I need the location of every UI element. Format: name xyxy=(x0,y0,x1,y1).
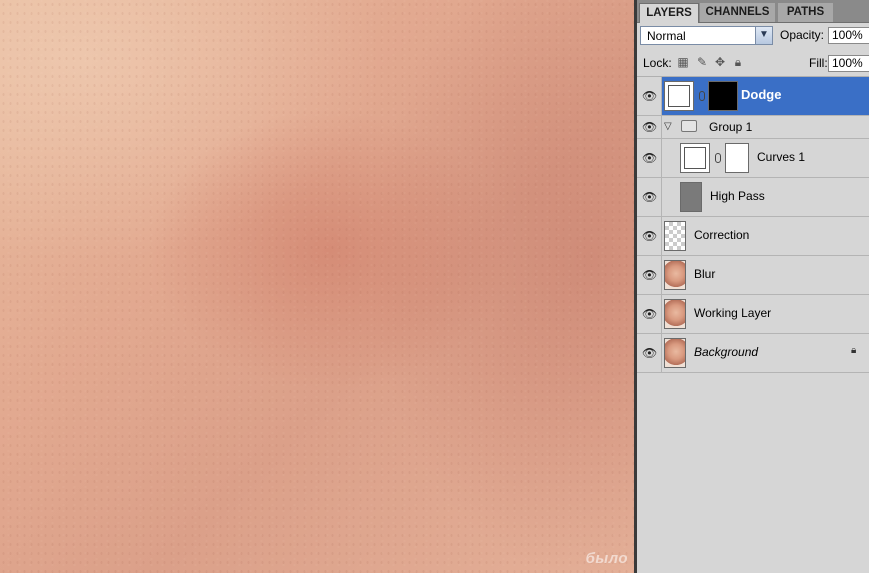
lock-row: Lock: ▦ ✎ ✥ 🔒︎ Fill: 100% xyxy=(637,50,869,77)
tab-layers[interactable]: LAYERS xyxy=(639,3,699,23)
layer-row-background[interactable]: 👁︎ Background 🔒︎ xyxy=(637,334,869,373)
eye-icon: 👁︎ xyxy=(642,229,658,243)
lock-position-icon[interactable]: ✥ xyxy=(713,55,727,69)
fill-label: Fill: xyxy=(809,56,828,70)
skin-texture xyxy=(0,0,634,573)
lock-transparency-icon[interactable]: ▦ xyxy=(676,55,690,69)
eye-icon: 👁︎ xyxy=(642,151,658,165)
visibility-toggle[interactable]: 👁︎ xyxy=(637,178,662,216)
layer-row-blur[interactable]: 👁︎ Blur xyxy=(637,256,869,295)
opacity-input[interactable]: 100% xyxy=(828,27,869,44)
visibility-toggle[interactable]: 👁︎ xyxy=(637,334,662,372)
visibility-toggle[interactable]: 👁︎ xyxy=(637,295,662,333)
layer-thumbnail xyxy=(664,221,686,251)
curves-adjustment-icon xyxy=(664,81,694,111)
layer-name: Blur xyxy=(694,267,716,281)
eye-icon: 👁︎ xyxy=(642,89,658,103)
layer-name: Correction xyxy=(694,228,750,242)
eye-icon: 👁︎ xyxy=(642,346,658,360)
eye-icon: 👁︎ xyxy=(642,120,658,134)
link-icon[interactable] xyxy=(699,91,705,101)
watermark-text: было xyxy=(585,550,628,567)
lock-label: Lock: xyxy=(643,56,672,70)
eye-icon: 👁︎ xyxy=(642,268,658,282)
panel-tabs: LAYERS CHANNELS PATHS xyxy=(637,0,869,23)
layer-row-dodge[interactable]: 👁︎ Dodge xyxy=(637,77,869,116)
layer-row-curves-1[interactable]: 👁︎ Curves 1 xyxy=(637,139,869,178)
layer-name: High Pass xyxy=(710,189,765,203)
curves-adjustment-icon xyxy=(680,143,710,173)
layer-mask-thumbnail[interactable] xyxy=(708,81,738,111)
layer-name: Dodge xyxy=(741,87,782,102)
link-icon[interactable] xyxy=(715,153,721,163)
folder-icon xyxy=(681,120,697,132)
visibility-toggle[interactable]: 👁︎ xyxy=(637,139,662,177)
opacity-label: Opacity: xyxy=(780,28,825,42)
layer-mask-thumbnail[interactable] xyxy=(725,143,749,173)
lock-icon: 🔒︎ xyxy=(851,345,857,356)
layer-thumbnail xyxy=(664,338,686,368)
eye-icon: 👁︎ xyxy=(642,307,658,321)
fill-input[interactable]: 100% xyxy=(828,55,869,72)
chevron-down-icon[interactable]: ▼ xyxy=(755,27,772,44)
blend-mode-select[interactable]: Normal ▼ xyxy=(640,26,773,45)
visibility-toggle[interactable]: 👁︎ xyxy=(637,116,662,138)
visibility-toggle[interactable]: 👁︎ xyxy=(637,256,662,294)
tab-paths[interactable]: PATHS xyxy=(778,3,833,22)
expand-triangle-icon[interactable]: ▽ xyxy=(664,121,672,132)
layer-thumbnail xyxy=(664,299,686,329)
layer-name: Working Layer xyxy=(694,306,772,320)
layer-name: Group 1 xyxy=(709,120,753,134)
layer-name: Background xyxy=(694,345,759,359)
layer-thumbnail xyxy=(680,182,702,212)
eye-icon: 👁︎ xyxy=(642,190,658,204)
lock-all-icon[interactable]: 🔒︎ xyxy=(731,55,745,69)
visibility-toggle[interactable]: 👁︎ xyxy=(637,217,662,255)
layer-row-correction[interactable]: 👁︎ Correction xyxy=(637,217,869,256)
layer-name: Curves 1 xyxy=(757,150,806,164)
layer-row-working-layer[interactable]: 👁︎ Working Layer xyxy=(637,295,869,334)
layer-row-group-1[interactable]: 👁︎ ▽ Group 1 xyxy=(637,116,869,139)
tab-channels[interactable]: CHANNELS xyxy=(700,3,775,22)
blend-mode-value: Normal xyxy=(647,29,686,43)
image-canvas[interactable]: было xyxy=(0,0,634,573)
lock-paint-icon[interactable]: ✎ xyxy=(695,55,709,69)
visibility-toggle[interactable]: 👁︎ xyxy=(637,77,662,115)
layer-row-high-pass[interactable]: 👁︎ High Pass xyxy=(637,178,869,217)
layer-thumbnail xyxy=(664,260,686,290)
layers-list: 👁︎ Dodge 👁︎ ▽ Group 1 👁︎ Curves 1 👁︎ Hig… xyxy=(637,77,869,373)
layers-panel: LAYERS CHANNELS PATHS Normal ▼ Opacity: … xyxy=(637,0,869,573)
blend-row: Normal ▼ Opacity: 100% xyxy=(637,22,869,50)
